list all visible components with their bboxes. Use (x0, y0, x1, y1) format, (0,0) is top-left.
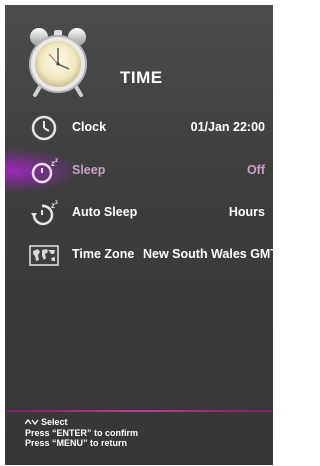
time-zone-value: New South Wales GMT... (143, 247, 273, 261)
menu-item-time-zone[interactable]: Time Zone New South Wales GMT... (5, 238, 273, 272)
svg-text:z: z (55, 200, 58, 206)
page-title: TIME (120, 68, 163, 87)
menu-item-clock[interactable]: Clock 01/Jan 22:00 (5, 111, 273, 145)
menu-header: TIME (5, 5, 273, 105)
clock-value: 01/Jan 22:00 (190, 120, 265, 134)
world-map-icon (29, 245, 59, 266)
svg-text:z: z (55, 158, 58, 164)
time-zone-label: Time Zone (72, 247, 135, 261)
return-hint: Press “MENU” to return (25, 438, 128, 448)
footer-divider (5, 410, 273, 412)
alarm-clock-icon (29, 28, 87, 97)
time-menu-panel: TIME Clock 01/Jan 22:00 z z Sleep Off z … (5, 5, 273, 465)
up-down-arrows-icon (25, 418, 39, 426)
menu-item-auto-sleep[interactable]: z z Auto Sleep Hours (5, 196, 273, 230)
select-hint-text: Select (41, 417, 68, 427)
clock-icon (31, 115, 57, 141)
auto-sleep-value: Hours (228, 205, 265, 219)
sleep-value: Off (246, 163, 265, 177)
help-footer: Select Press “ENTER” to confirm Press “M… (25, 417, 138, 449)
auto-sleep-icon: z z (31, 200, 58, 226)
sleep-icon: z z (31, 158, 58, 184)
sleep-label: Sleep (72, 163, 106, 177)
menu-item-sleep[interactable]: z z Sleep Off (5, 148, 273, 194)
confirm-hint: Press “ENTER” to confirm (25, 427, 139, 438)
auto-sleep-label: Auto Sleep (72, 205, 138, 219)
select-hint: Select (25, 417, 138, 428)
clock-label: Clock (72, 120, 107, 134)
